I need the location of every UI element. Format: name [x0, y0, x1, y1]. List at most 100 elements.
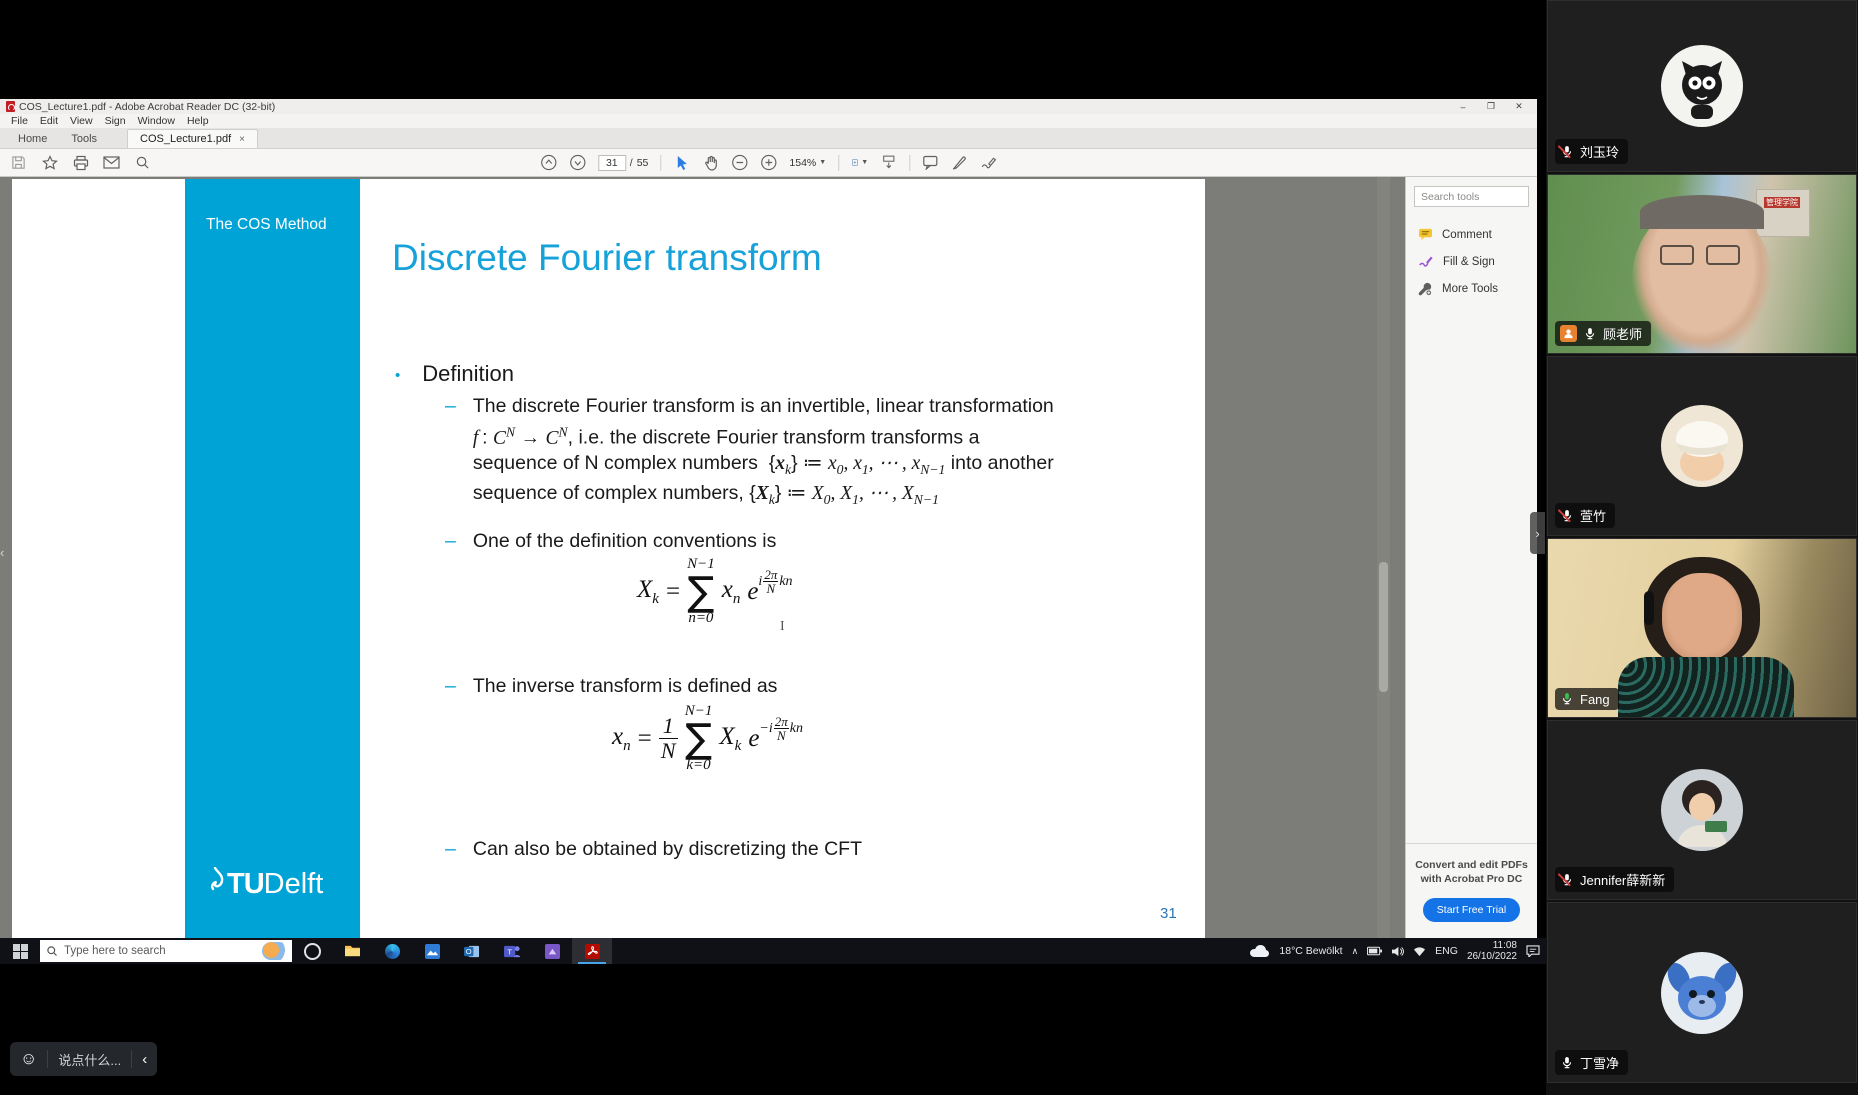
panel-item-fill-sign[interactable]: Fill & Sign — [1406, 248, 1537, 275]
search-tools-input[interactable] — [1414, 186, 1529, 207]
f2-sum: N−1 ∑ k=0 — [685, 704, 713, 774]
next-page-icon[interactable] — [569, 154, 586, 171]
hand-tool-icon[interactable] — [702, 154, 719, 171]
menu-help[interactable]: Help — [182, 115, 214, 127]
collapse-videos-arrow[interactable]: › — [1530, 512, 1545, 554]
bullet-cft: – Can also be obtained by discretizing t… — [445, 837, 862, 862]
panel-item-more-tools-label: More Tools — [1442, 283, 1498, 295]
edge-icon[interactable] — [372, 938, 412, 964]
battery-icon[interactable] — [1367, 946, 1382, 956]
cortana-icon[interactable] — [292, 938, 332, 964]
tab-close-icon[interactable]: × — [239, 134, 245, 145]
fill-sign-tool-icon[interactable] — [980, 154, 997, 171]
volume-icon[interactable] — [1391, 946, 1404, 957]
glasses-left — [1660, 245, 1694, 265]
text-cursor: I — [780, 619, 785, 635]
windows-logo-icon — [13, 944, 28, 959]
avatar — [1661, 405, 1743, 487]
participant-name: 萱竹 — [1580, 506, 1606, 525]
restore-button[interactable]: ❐ — [1477, 99, 1505, 114]
star-icon[interactable] — [41, 154, 58, 171]
f1-e: e — [747, 578, 758, 606]
sigma-icon: ∑ — [685, 720, 712, 758]
f2-exp-i: −i — [759, 721, 772, 737]
panel-item-comment[interactable]: Comment — [1406, 221, 1537, 248]
select-tool-icon[interactable] — [673, 154, 690, 171]
search-highlight-icon — [262, 942, 288, 960]
emoji-icon[interactable]: ☺ — [20, 1049, 37, 1069]
f1-frac-num: 2π — [763, 568, 778, 583]
photos-app-icon[interactable] — [412, 938, 452, 964]
mic-muted-icon — [1560, 144, 1574, 160]
vertical-scrollbar[interactable] — [1377, 177, 1390, 940]
nav-pane-arrow-icon[interactable]: ‹ — [0, 545, 4, 560]
participant-nametag: 顾老师 — [1555, 321, 1651, 346]
minimize-button[interactable]: – — [1449, 99, 1477, 114]
acrobat-taskbar-icon[interactable] — [572, 938, 612, 964]
video-tile[interactable]: 管理学院 顾老师 — [1547, 174, 1857, 354]
search-icon[interactable] — [134, 154, 151, 171]
tab-tools[interactable]: Tools — [59, 130, 109, 148]
tab-bar: Home Tools COS_Lecture1.pdf × — [0, 128, 1537, 149]
fill-sign-icon — [1418, 255, 1434, 268]
video-tile[interactable]: Fang — [1547, 538, 1857, 718]
participant-nametag: 丁雪净 — [1555, 1050, 1628, 1075]
definition-text: The discrete Fourier transform is an inv… — [473, 394, 1054, 512]
outlook-icon[interactable]: O — [452, 938, 492, 964]
scroll-mode-icon[interactable] — [880, 154, 897, 171]
formula-inverse-dft: xn = 1 N N−1 ∑ k=0 Xk e −i — [612, 704, 803, 774]
menu-view[interactable]: View — [65, 115, 98, 127]
start-free-trial-button[interactable]: Start Free Trial — [1423, 898, 1520, 922]
toolbar: 31 / 55 154% ▼ ▼ — [0, 149, 1537, 177]
video-tile[interactable]: 萱竹 — [1547, 356, 1857, 536]
app-icon-purple[interactable] — [532, 938, 572, 964]
action-center-icon[interactable] — [1526, 945, 1540, 957]
taskbar-search[interactable]: Type here to search — [40, 940, 292, 962]
acrobat-app-icon — [6, 101, 15, 112]
network-icon[interactable] — [1413, 946, 1426, 957]
weather-text[interactable]: 18°C Bewölkt — [1279, 945, 1342, 957]
close-button[interactable]: ✕ — [1505, 99, 1533, 114]
previous-page-icon[interactable] — [540, 154, 557, 171]
highlight-tool-icon[interactable] — [951, 154, 968, 171]
email-icon[interactable] — [103, 154, 120, 171]
video-tile[interactable]: Jennifer薛新新 — [1547, 720, 1857, 900]
f2-frac-den: N — [777, 729, 786, 743]
pdf-page: The COS Method TUDelft Discrete Fourier … — [12, 179, 1205, 940]
save-icon[interactable] — [10, 154, 27, 171]
page-view-icon[interactable]: ▼ — [851, 154, 868, 171]
teams-icon[interactable]: T — [492, 938, 532, 964]
file-explorer-icon[interactable] — [332, 938, 372, 964]
menu-sign[interactable]: Sign — [100, 115, 131, 127]
f2-coefficient: 1 N — [659, 714, 678, 763]
f1-exp-kn: kn — [779, 574, 792, 590]
menu-window[interactable]: Window — [133, 115, 180, 127]
zoom-level-control[interactable]: 154% ▼ — [789, 157, 826, 169]
page-number-input[interactable]: 31 — [598, 155, 626, 171]
clock[interactable]: 11:08 26/10/2022 — [1467, 940, 1517, 963]
video-tile[interactable]: 刘玉玲 — [1547, 0, 1857, 172]
panel-item-more-tools[interactable]: More Tools — [1406, 275, 1537, 303]
zoom-in-icon[interactable] — [760, 154, 777, 171]
avatar — [1661, 769, 1743, 851]
tab-home[interactable]: Home — [6, 130, 59, 148]
flame-icon — [203, 867, 227, 901]
start-button[interactable] — [0, 938, 40, 964]
menu-edit[interactable]: Edit — [35, 115, 63, 127]
print-icon[interactable] — [72, 154, 89, 171]
dash-icon: – — [445, 394, 456, 512]
page-total: 55 — [637, 157, 649, 169]
language-indicator[interactable]: ENG — [1435, 945, 1458, 957]
video-tile[interactable]: 丁雪净 — [1547, 902, 1857, 1083]
menu-file[interactable]: File — [6, 115, 33, 127]
acrobat-window: COS_Lecture1.pdf - Adobe Acrobat Reader … — [0, 99, 1537, 940]
zoom-out-icon[interactable] — [731, 154, 748, 171]
glasses-right — [1706, 245, 1740, 265]
tray-expand-icon[interactable]: ∧ — [1352, 946, 1359, 957]
scrollbar-thumb[interactable] — [1379, 562, 1388, 692]
chat-input[interactable]: 说点什么... — [58, 1050, 121, 1069]
svg-text:T: T — [507, 947, 512, 956]
chat-collapse-icon[interactable]: ‹ — [142, 1051, 147, 1068]
tab-document[interactable]: COS_Lecture1.pdf × — [127, 129, 258, 148]
comment-tool-icon[interactable] — [922, 154, 939, 171]
